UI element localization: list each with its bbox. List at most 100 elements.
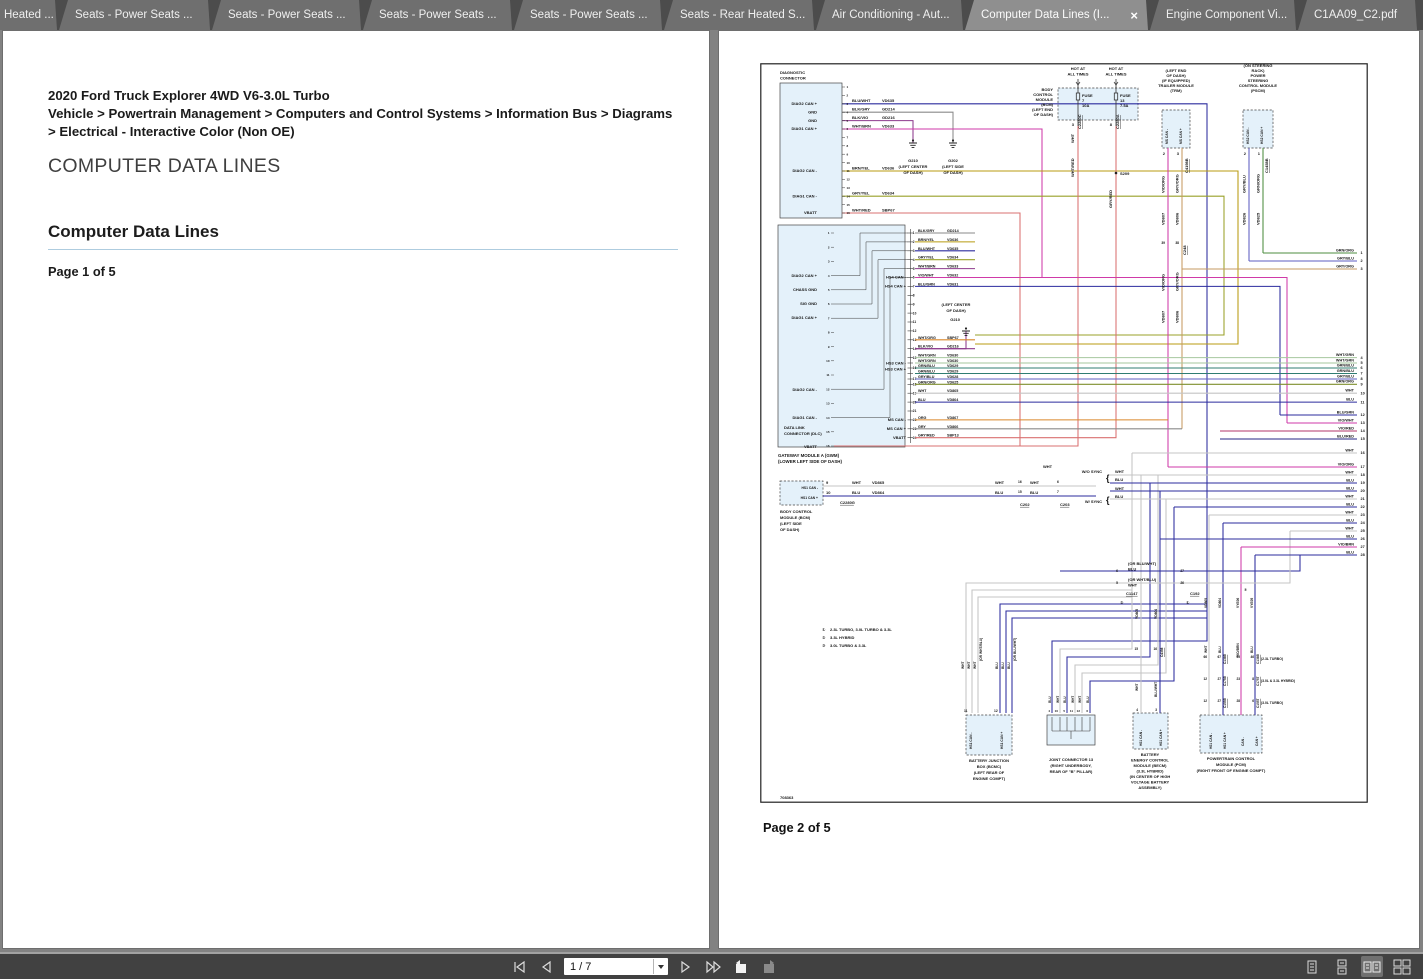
svg-text:C4398: C4398 — [1160, 647, 1164, 657]
tab-seats-rear-heated-s[interactable]: Seats - Rear Heated S... — [664, 0, 814, 30]
svg-text:SIG GND: SIG GND — [800, 301, 817, 306]
tab-seats-power-seats[interactable]: Seats - Power Seats ... — [363, 0, 512, 30]
svg-text:HS1 CAN -: HS1 CAN - — [802, 486, 819, 490]
first-page-button[interactable] — [508, 956, 530, 977]
svg-text:VD630: VD630 — [947, 354, 958, 358]
svg-text:27: 27 — [1217, 677, 1221, 681]
svg-text:7.5A: 7.5A — [1120, 103, 1129, 108]
previous-page-button[interactable] — [536, 956, 558, 977]
svg-text:5: 5 — [1361, 361, 1363, 365]
svg-text:C1147: C1147 — [1126, 591, 1138, 596]
svg-text:VBATT: VBATT — [804, 444, 818, 449]
svg-text:WHT/GRN: WHT/GRN — [918, 354, 936, 358]
tab-seats-power-seats[interactable]: Seats - Power Seats ... — [59, 0, 210, 30]
single-page-view-icon — [1303, 959, 1321, 975]
svg-text:VIO/WHT: VIO/WHT — [1338, 418, 1355, 422]
tab-close-icon[interactable]: × — [1122, 9, 1138, 22]
svg-text:WHT/RED: WHT/RED — [852, 208, 871, 213]
svg-text:HS1 CAN +: HS1 CAN + — [1159, 729, 1163, 746]
tab-computer-data-lines-i[interactable]: Computer Data Lines (I...× — [965, 0, 1148, 30]
breadcrumb: Vehicle > Powertrain Management > Comput… — [48, 105, 673, 141]
svg-text:{: { — [1106, 495, 1110, 505]
svg-text:15: 15 — [1134, 647, 1138, 651]
svg-text:VD625: VD625 — [947, 380, 958, 384]
svg-text:BLU: BLU — [995, 662, 999, 669]
previous-page-icon — [539, 959, 555, 975]
page-number-value: 1 / 7 — [564, 961, 653, 973]
svg-text:(2.3L TURBO): (2.3L TURBO) — [1261, 657, 1283, 661]
svg-text:ASSEMBLY): ASSEMBLY) — [1138, 785, 1162, 790]
tab-label: Seats - Power Seats ... — [379, 9, 497, 21]
svg-text:BLU/RED: BLU/RED — [1337, 434, 1354, 438]
svg-text:11: 11 — [1070, 709, 1074, 713]
tab-c1aa09-c2-pdf[interactable]: C1AA09_C2.pdf — [1298, 0, 1417, 30]
svg-text:WHT/BRN: WHT/BRN — [852, 124, 871, 129]
diagram-box-bcm-left-side — [780, 481, 823, 505]
last-page-button[interactable] — [702, 956, 724, 977]
wire — [975, 286, 1280, 415]
svg-text:GRN/BLU: GRN/BLU — [1337, 363, 1355, 367]
svg-text:23: 23 — [1236, 677, 1240, 681]
svg-text:ALL TIMES: ALL TIMES — [1105, 72, 1126, 77]
section-title: COMPUTER DATA LINES — [48, 155, 673, 178]
vehicle-title: 2020 Ford Truck Explorer 4WD V6-3.0L Tur… — [48, 87, 673, 104]
svg-text:14: 14 — [826, 416, 830, 420]
svg-text:27: 27 — [1361, 545, 1365, 549]
svg-text:6: 6 — [1361, 366, 1363, 370]
svg-text:VOLTAGE BATTERY: VOLTAGE BATTERY — [1131, 780, 1170, 785]
continuous-view-icon — [1333, 959, 1351, 975]
svg-text:1: 1 — [1361, 251, 1363, 255]
pdf-page-1: 2020 Ford Truck Explorer 4WD V6-3.0L Tur… — [3, 31, 709, 948]
tab-seats-power-seats[interactable]: Seats - Power Seats ... — [212, 0, 361, 30]
svg-text:15: 15 — [1018, 490, 1022, 494]
svg-text:12: 12 — [1203, 699, 1207, 703]
tab-air-conditioning-aut[interactable]: Air Conditioning - Aut... — [816, 0, 963, 30]
page-dropdown-caret-icon[interactable] — [653, 959, 668, 974]
svg-text:67: 67 — [1217, 655, 1221, 659]
single-page-view-button[interactable] — [1301, 956, 1323, 977]
svg-text:GRY/BLU: GRY/BLU — [1337, 256, 1354, 260]
svg-text:VD806: VD806 — [1175, 212, 1180, 225]
wiring-diagram-svg: GRN/ORG1GRY/BLU2GRY/ORG3WHT/GRN4WHT/GRN5… — [760, 63, 1368, 803]
tab-seats-power-seats[interactable]: Seats - Power Seats ... — [514, 0, 662, 30]
svg-text:ENGINE COMPT): ENGINE COMPT) — [973, 776, 1006, 781]
continuous-view-button[interactable] — [1331, 956, 1353, 977]
svg-text:4: 4 — [1361, 356, 1364, 360]
svg-text:3: 3 — [913, 249, 915, 253]
two-page-view-button[interactable] — [1361, 956, 1383, 977]
page-2-of-5-label: Page 2 of 5 — [763, 820, 831, 835]
svg-text:(RIGHT UNDERBODY,: (RIGHT UNDERBODY, — [1050, 763, 1091, 768]
page-number-input[interactable]: 1 / 7 — [564, 958, 668, 975]
svg-text:(IN CENTER OF HIGH: (IN CENTER OF HIGH — [1130, 774, 1171, 779]
svg-text:DIAG2 CAN +: DIAG2 CAN + — [792, 273, 818, 278]
next-view-icon — [760, 959, 778, 975]
previous-view-button[interactable] — [730, 956, 752, 977]
svg-text:VIO/ORG: VIO/ORG — [1161, 274, 1166, 291]
svg-text:GRN/BLU: GRN/BLU — [918, 364, 935, 368]
svg-text:C4198B: C4198B — [1184, 158, 1189, 173]
svg-text:12: 12 — [847, 178, 851, 182]
svg-text:27: 27 — [1217, 699, 1221, 703]
svg-text:GRN/BLU: GRN/BLU — [918, 370, 935, 374]
svg-text:DIAG2 CAN -: DIAG2 CAN - — [793, 168, 818, 173]
tab-label: Heated ... — [4, 9, 54, 21]
svg-text:(LEFT SIDE: (LEFT SIDE — [942, 164, 964, 169]
svg-text:BLU: BLU — [995, 490, 1003, 495]
svg-text:12: 12 — [994, 709, 998, 713]
tab-heated[interactable]: Heated ... — [0, 0, 57, 30]
svg-text:7: 7 — [913, 285, 915, 289]
next-page-button[interactable] — [674, 956, 696, 977]
svg-text:VBATT: VBATT — [804, 210, 818, 215]
wire — [975, 126, 1116, 438]
two-page-continuous-view-button[interactable] — [1391, 956, 1413, 977]
svg-text:VD636: VD636 — [882, 166, 895, 171]
svg-text:10A: 10A — [1082, 103, 1089, 108]
svg-text:BLU: BLU — [1346, 398, 1354, 402]
next-view-button[interactable] — [758, 956, 780, 977]
svg-text:10: 10 — [826, 359, 830, 363]
svg-text:VIO/ORG: VIO/ORG — [1338, 462, 1354, 466]
tab-engine-component-vi[interactable]: Engine Component Vi... — [1150, 0, 1296, 30]
svg-text:10: 10 — [913, 311, 917, 315]
svg-text:8: 8 — [1361, 377, 1363, 381]
svg-text:DIAG1 CAN +: DIAG1 CAN + — [792, 126, 818, 131]
